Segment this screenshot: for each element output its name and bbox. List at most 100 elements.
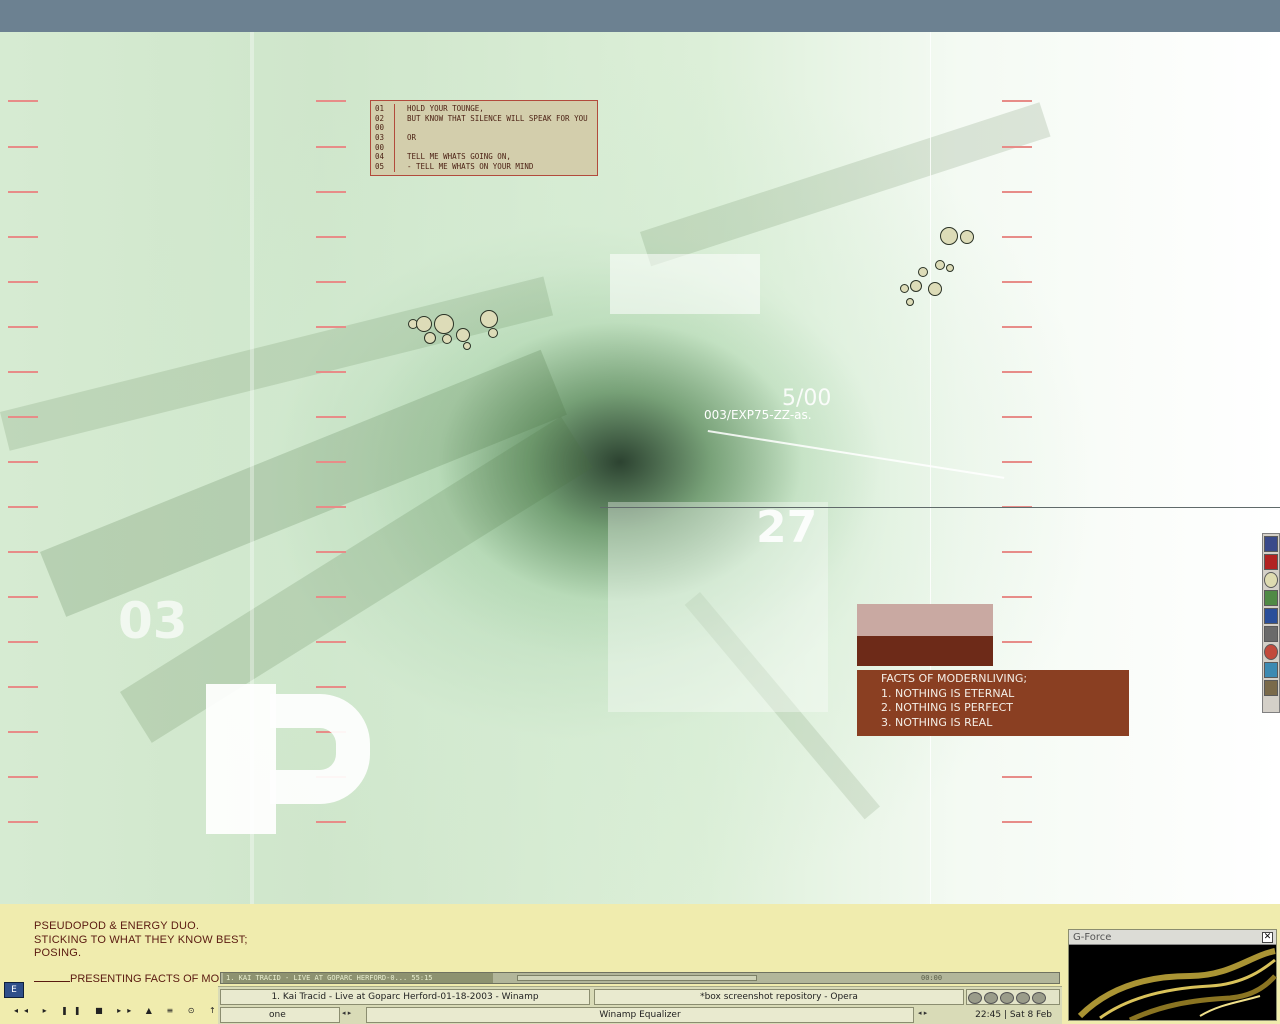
dash — [8, 100, 38, 102]
motto-line: STICKING TO WHAT THEY KNOW BEST; — [34, 933, 248, 946]
dash — [316, 506, 346, 508]
dash — [8, 596, 38, 598]
arrow-left-icon[interactable]: ◂ ▸ — [342, 1009, 351, 1017]
dash — [1002, 100, 1032, 102]
top-bar — [0, 0, 1280, 32]
dash — [1002, 551, 1032, 553]
bubble — [456, 328, 470, 342]
winamp-transport-controls[interactable]: ◂◂ ▸ ❚❚ ■ ▸▸ ▲ ≡ ⊙ ↑ ↓ — [14, 1006, 243, 1015]
dash — [316, 821, 346, 823]
bubble — [463, 342, 471, 350]
dash — [316, 191, 346, 193]
dash — [1002, 821, 1032, 823]
bubble — [480, 310, 498, 328]
dash — [8, 641, 38, 643]
bubble — [918, 267, 928, 277]
tray-icon-1[interactable] — [968, 992, 982, 1004]
digits-watermark: 27 — [756, 502, 818, 553]
dash — [8, 326, 38, 328]
quick-launch-toolbar — [1262, 533, 1280, 713]
dash — [316, 596, 346, 598]
toolbar-icon-8[interactable] — [1264, 662, 1278, 678]
bubble — [442, 334, 452, 344]
facts-header-block — [857, 604, 993, 636]
bubble — [434, 314, 454, 334]
bubble — [900, 284, 909, 293]
toolbar-icon-9[interactable] — [1264, 680, 1278, 696]
dash — [8, 236, 38, 238]
toolbar-icon-4[interactable] — [1264, 590, 1278, 606]
facts-header-block — [857, 636, 993, 666]
gforce-title-bar[interactable]: G-Force ✕ — [1069, 930, 1276, 945]
toolbar-icon-3[interactable] — [1264, 572, 1278, 588]
tray-icon-5[interactable] — [1032, 992, 1046, 1004]
bubble — [960, 230, 974, 244]
dash — [8, 281, 38, 283]
horizontal-rule — [600, 507, 1280, 508]
dash — [8, 821, 38, 823]
bubble — [940, 227, 958, 245]
toolbar-icon-1[interactable] — [1264, 536, 1278, 552]
taskbar-button-winamp[interactable]: 1. Kai Tracid - Live at Goparc Herford-0… — [220, 989, 590, 1005]
dash — [8, 551, 38, 553]
quote-number: 00 — [375, 123, 385, 133]
arrow-right-icon[interactable]: ◂ ▸ — [918, 1009, 927, 1017]
tray-icon-4[interactable] — [1016, 992, 1030, 1004]
quote-line: HOLD YOUR TOUNGE, — [407, 104, 484, 113]
dash — [316, 686, 346, 688]
dash — [1002, 146, 1032, 148]
close-icon[interactable]: ✕ — [1262, 932, 1273, 943]
quote-number: 01 — [375, 104, 385, 113]
facts-title: FACTS OF MODERNLIVING; — [881, 672, 1028, 685]
dash — [316, 100, 346, 102]
facts-box: FACTS OF MODERNLIVING; 1. NOTHING IS ETE… — [857, 670, 1129, 736]
dash — [8, 506, 38, 508]
bubble — [910, 280, 922, 292]
toolbar-icon-7[interactable] — [1264, 644, 1278, 660]
dash — [8, 416, 38, 418]
bubble — [935, 260, 945, 270]
dash — [1002, 326, 1032, 328]
bubble — [928, 282, 942, 296]
start-button[interactable]: E — [4, 982, 24, 998]
gforce-window[interactable]: G-Force ✕ — [1068, 929, 1277, 1021]
quote-line: - TELL ME WHATS ON YOUR MIND — [407, 162, 534, 172]
gforce-visualization — [1077, 948, 1277, 1020]
bubble — [906, 298, 914, 306]
taskbar: 1. Kai Tracid - Live at Goparc Herford-0… — [218, 986, 1062, 1024]
white-shape — [270, 694, 370, 804]
desktop-switcher[interactable]: one — [220, 1007, 340, 1023]
dash — [8, 371, 38, 373]
tray-icon-2[interactable] — [984, 992, 998, 1004]
motto-line: POSING. — [34, 947, 82, 959]
dash — [1002, 281, 1032, 283]
fact-item: 2. NOTHING IS PERFECT — [881, 701, 1013, 714]
vertical-rule — [930, 32, 931, 904]
tray-icon-3[interactable] — [1000, 992, 1014, 1004]
motto-text: PSEUDOPOD & ENERGY DUO. STICKING TO WHAT… — [34, 920, 248, 961]
play-time: 00:00 — [921, 974, 943, 982]
dash — [8, 461, 38, 463]
toolbar-icon-5[interactable] — [1264, 608, 1278, 624]
dash — [1002, 461, 1032, 463]
dash — [316, 281, 346, 283]
dash — [316, 326, 346, 328]
quote-number: 00 — [375, 142, 385, 152]
taskbar-button-opera[interactable]: *box screenshot repository - Opera — [594, 989, 964, 1005]
toolbar-icon-6[interactable] — [1264, 626, 1278, 642]
quote-lines: HOLD YOUR TOUNGE, BUT KNOW THAT SILENCE … — [407, 104, 588, 172]
quote-number: 03 — [375, 133, 385, 143]
quote-number: 04 — [375, 152, 385, 162]
winamp-player-bar[interactable]: 1. KAI TRACID - LIVE AT GOPARC HERFORD-0… — [220, 972, 1060, 984]
dash — [316, 146, 346, 148]
dash — [316, 461, 346, 463]
quote-box: 01 02 00 03 00 04 05 HOLD YOUR TOUNGE, B… — [370, 100, 598, 176]
track-title: 1. KAI TRACID - LIVE AT GOPARC HERFORD-0… — [223, 973, 493, 983]
toolbar-icon-2[interactable] — [1264, 554, 1278, 570]
dash — [1002, 191, 1032, 193]
dash — [8, 731, 38, 733]
numeral-watermark: 03 — [118, 592, 188, 650]
seek-bar[interactable] — [517, 975, 757, 981]
taskbar-button-equalizer[interactable]: Winamp Equalizer — [366, 1007, 914, 1023]
quote-numbers: 01 02 00 03 00 04 05 — [375, 104, 395, 172]
